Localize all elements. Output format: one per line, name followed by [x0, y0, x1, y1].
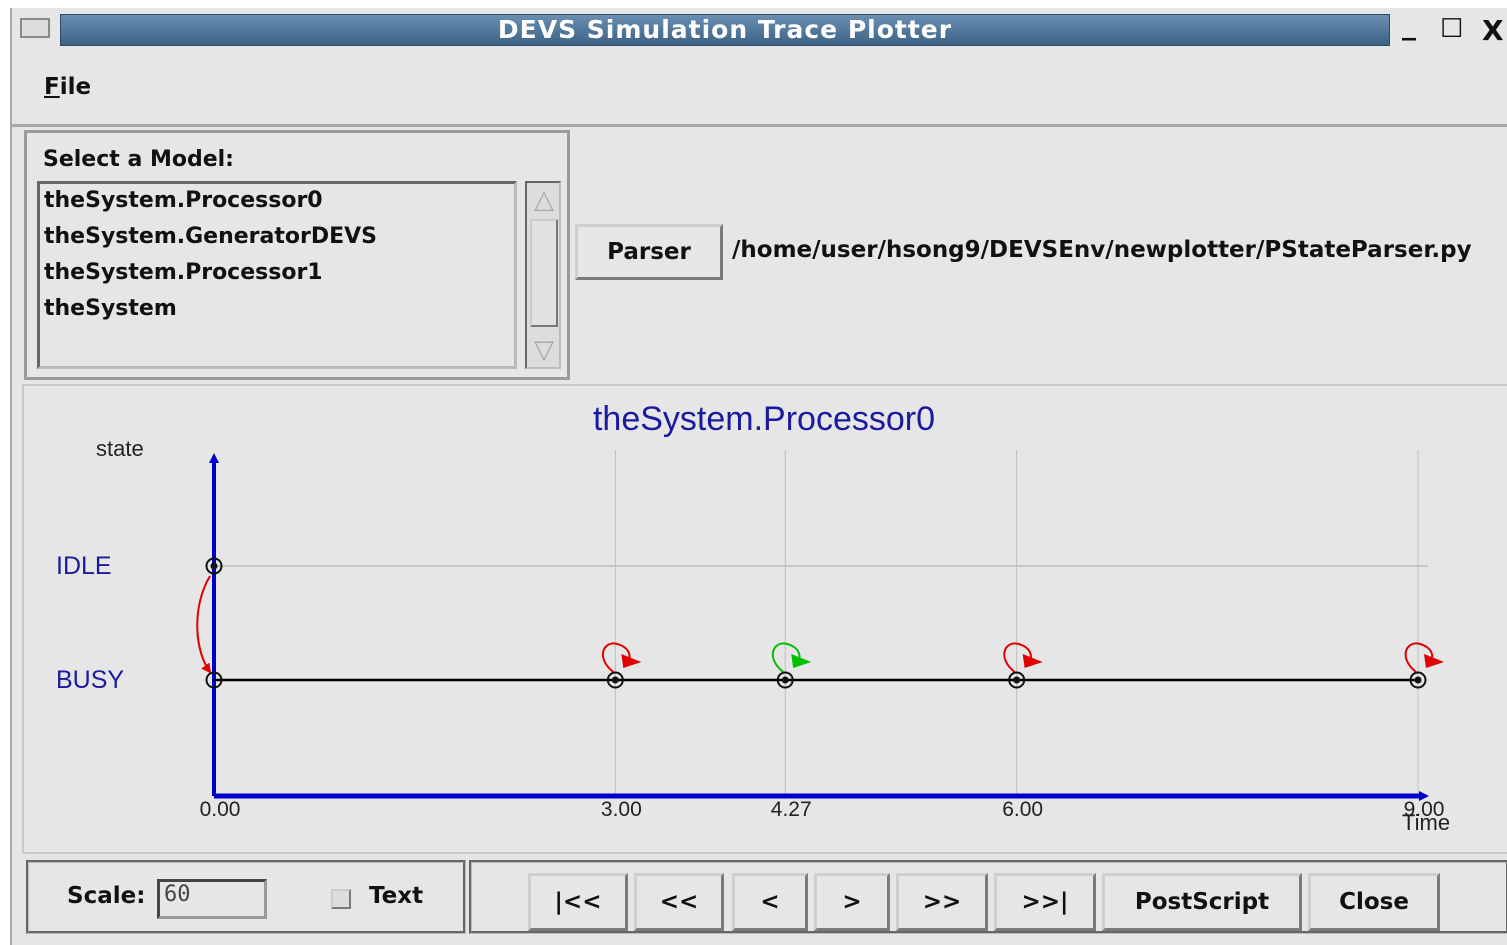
state-point-dot [1414, 676, 1422, 684]
model-list-item[interactable]: theSystem.Processor1 [44, 260, 323, 285]
next-button[interactable]: > [814, 873, 890, 931]
state-point-dot [1013, 676, 1021, 684]
state-trace-chart: theSystem.Processor0stateTimeIDLEBUSY0.0… [56, 400, 1450, 835]
scroll-up-arrow-icon[interactable]: △ [531, 185, 557, 215]
rewind-button[interactable]: << [634, 873, 724, 931]
model-select-label: Select a Model: [43, 147, 234, 172]
chart-title: theSystem.Processor0 [593, 400, 935, 438]
title-bar: DEVS Simulation Trace Plotter _ ☐ X [12, 8, 1507, 50]
close-button[interactable]: Close [1308, 873, 1440, 931]
self-transition-arrowhead [1424, 654, 1444, 668]
model-list-item[interactable]: theSystem.GeneratorDEVS [44, 224, 377, 249]
model-list-scrollbar[interactable]: △ ▽ [525, 181, 561, 369]
parser-button[interactable]: Parser [575, 224, 723, 280]
text-checkbox[interactable] [331, 889, 351, 909]
model-list-item[interactable]: theSystem.Processor0 [44, 188, 323, 213]
x-tick-label: 9.00 [1404, 798, 1445, 821]
parser-path: /home/user/hsong9/DEVSEnv/newplotter/PSt… [732, 237, 1472, 263]
main-window: DEVS Simulation Trace Plotter _ ☐ X File… [10, 8, 1507, 945]
model-list[interactable]: theSystem.Processor0 theSystem.Generator… [37, 181, 517, 369]
state-label: BUSY [56, 666, 124, 694]
menu-bar: File [12, 70, 1507, 106]
x-tick-label: 6.00 [1002, 798, 1043, 821]
x-tick-label: 3.00 [601, 798, 642, 821]
menu-file[interactable]: File [44, 74, 91, 100]
forward-button[interactable]: >> [896, 873, 988, 931]
y-axis-label: state [96, 436, 144, 461]
control-bar: Scale: 60 Text |<< << < > >> >>| PostScr… [26, 860, 1507, 936]
text-checkbox-label: Text [369, 883, 424, 909]
window-title: DEVS Simulation Trace Plotter [60, 14, 1390, 46]
state-point-dot [781, 676, 789, 684]
window-menu-button[interactable] [20, 18, 50, 38]
prev-button[interactable]: < [732, 873, 808, 931]
state-transition-arrow [196, 575, 212, 674]
x-tick-label: 4.27 [771, 798, 812, 821]
scale-label: Scale: [67, 883, 146, 909]
state-point-dot [611, 676, 619, 684]
scale-group: Scale: 60 Text [26, 860, 466, 934]
navigation-group: |<< << < > >> >>| PostScript Close [469, 860, 1507, 934]
minimize-button[interactable]: _ [1402, 8, 1416, 41]
scroll-down-arrow-icon[interactable]: ▽ [531, 335, 557, 365]
scale-input[interactable]: 60 [157, 879, 267, 919]
self-transition-arrowhead [621, 654, 642, 668]
model-selector-panel: Select a Model: theSystem.Processor0 the… [24, 130, 570, 380]
state-label: IDLE [56, 552, 112, 580]
first-button[interactable]: |<< [528, 873, 628, 931]
self-transition-arrowhead [1022, 654, 1043, 668]
postscript-button[interactable]: PostScript [1102, 873, 1302, 931]
model-list-item[interactable]: theSystem [44, 296, 177, 321]
x-tick-label: 0.00 [200, 798, 241, 821]
state-point-dot [210, 562, 218, 570]
menu-separator [12, 124, 1507, 127]
last-button[interactable]: >>| [994, 873, 1096, 931]
maximize-button[interactable]: ☐ [1440, 14, 1463, 44]
close-window-button[interactable]: X [1482, 14, 1504, 47]
scroll-thumb[interactable] [530, 219, 558, 327]
plot-area: theSystem.Processor0 state Time IDLE BUSY 0.0… [22, 384, 1507, 854]
self-transition-arrowhead [791, 654, 812, 668]
